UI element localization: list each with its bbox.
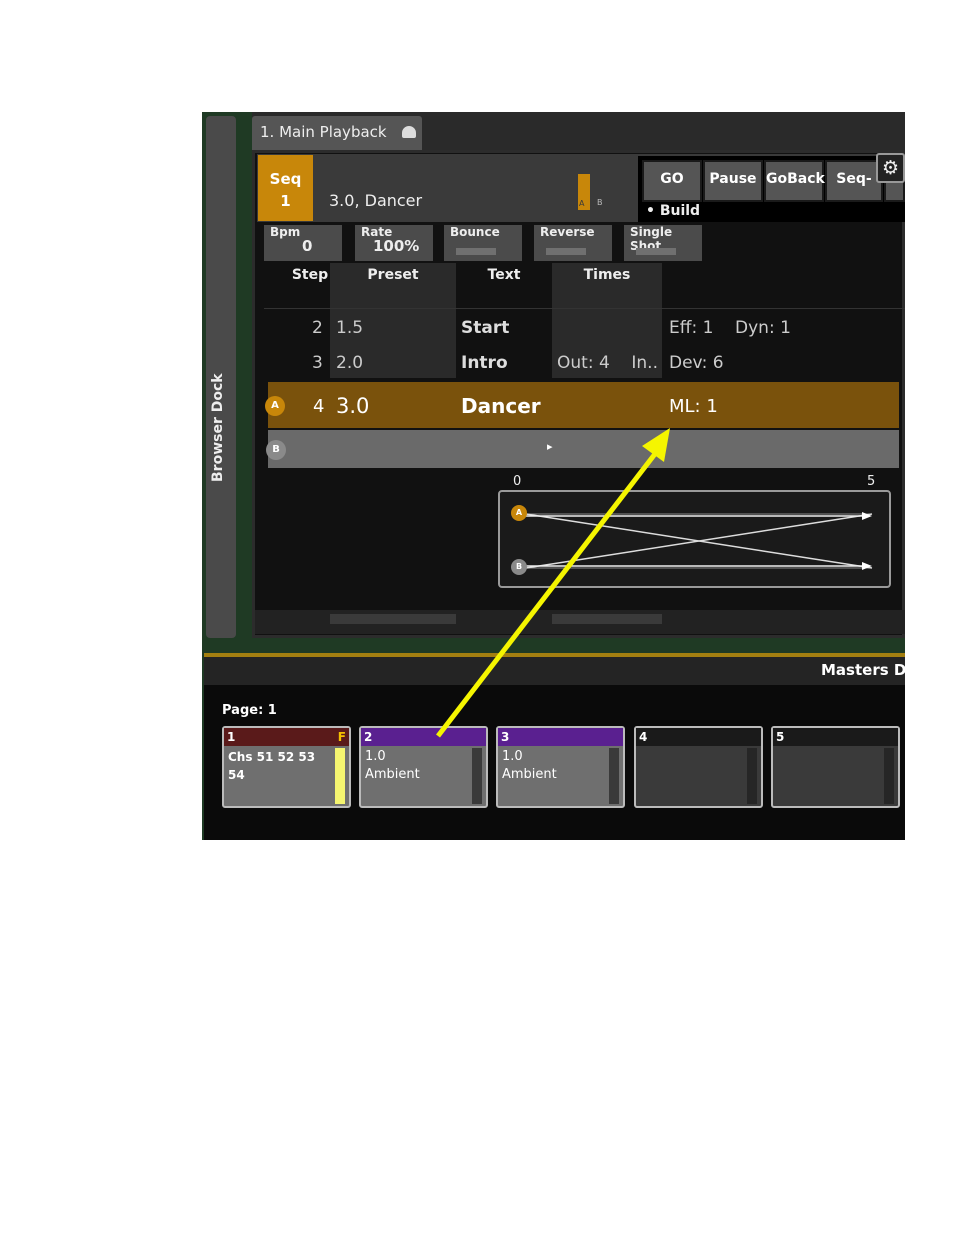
annotation-arrow [436, 428, 670, 738]
screenshot-frame: Browser Dock 1. Main Playback Seq 1 3.0,… [202, 112, 905, 840]
